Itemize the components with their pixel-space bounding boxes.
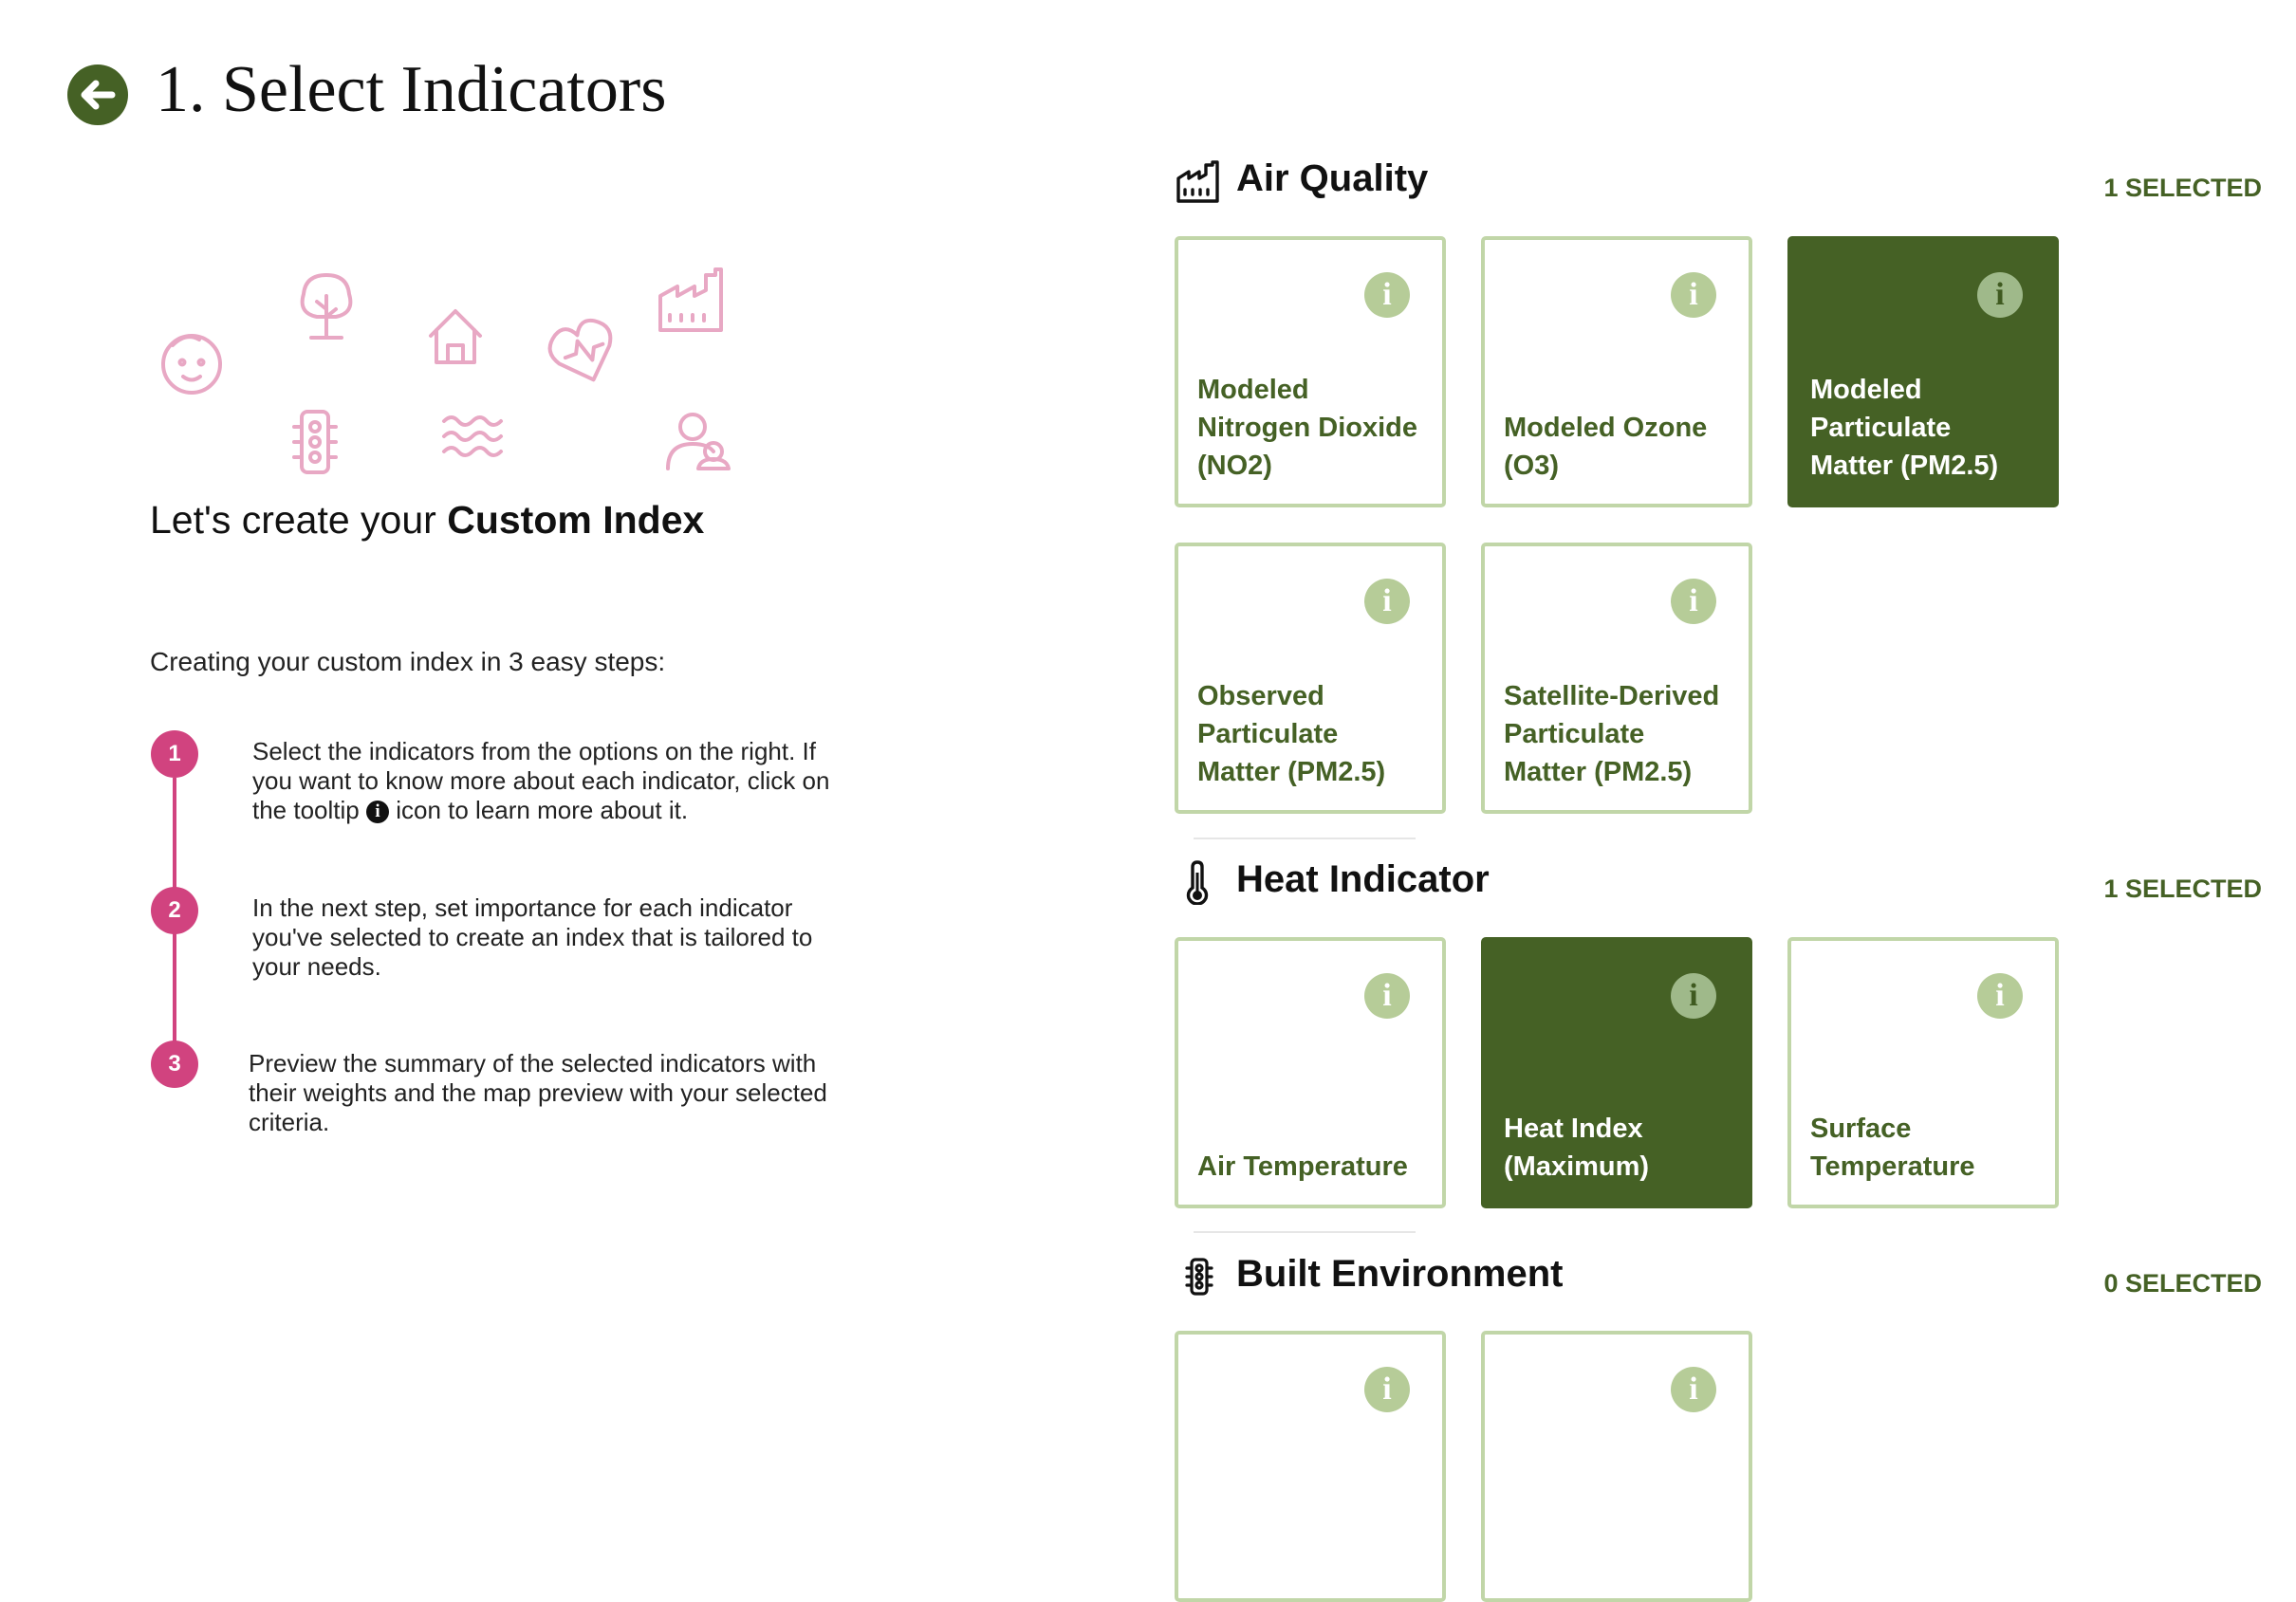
- indicator-card[interactable]: i Surface Temperature: [1787, 937, 2059, 1208]
- arrow-left-circle-icon: [81, 80, 116, 110]
- section-title-air-quality: Air Quality: [1236, 157, 1429, 199]
- intro-prefix: Let's create your: [150, 498, 448, 542]
- waves-icon: [442, 415, 503, 457]
- thermometer-icon: [1186, 860, 1209, 905]
- step-text: In the next step, set importance for eac…: [252, 893, 813, 981]
- info-icon[interactable]: i: [1671, 973, 1716, 1019]
- indicator-card-selected[interactable]: i Modeled Particulate Matter (PM2.5): [1787, 236, 2059, 507]
- section-title-heat-indicator: Heat Indicator: [1236, 858, 1490, 900]
- info-icon[interactable]: i: [1364, 1367, 1410, 1412]
- indicator-label: Modeled Particulate Matter (PM2.5): [1810, 375, 1999, 481]
- traffic-light-icon: [292, 410, 338, 474]
- indicator-card[interactable]: i Modeled Nitrogen Dioxide (NO2): [1175, 236, 1446, 507]
- indicator-label: Heat Index (Maximum): [1504, 1114, 1650, 1182]
- indicator-card[interactable]: i Satellite-Derived Particulate Matter (…: [1481, 543, 1752, 814]
- info-icon[interactable]: i: [1977, 272, 2023, 318]
- indicator-card[interactable]: i Modeled Ozone (O3): [1481, 236, 1752, 507]
- page-title: 1. Select Indicators: [156, 53, 667, 126]
- indicator-card-selected[interactable]: i Heat Index (Maximum): [1481, 937, 1752, 1208]
- intro-illustration: [161, 267, 731, 474]
- traffic-light-icon: [1185, 1258, 1213, 1296]
- back-button[interactable]: [67, 64, 128, 125]
- people-icon: [666, 413, 731, 470]
- section-divider: [1194, 838, 1416, 839]
- indicator-label: Surface Temperature: [1810, 1114, 1975, 1182]
- indicator-card[interactable]: i: [1175, 1331, 1446, 1602]
- tree-icon: [300, 273, 353, 340]
- info-icon[interactable]: i: [1364, 973, 1410, 1019]
- indicator-label: Modeled Ozone (O3): [1504, 413, 1708, 481]
- factory-icon: [1176, 160, 1219, 203]
- steps-heading: Creating your custom index in 3 easy ste…: [150, 647, 666, 676]
- step-number: 3: [151, 1040, 198, 1088]
- step-text-after: icon to learn more about it.: [396, 796, 689, 824]
- intro-emphasis: Custom Index: [447, 498, 705, 542]
- house-icon: [429, 309, 482, 364]
- step-text: Preview the summary of the selected indi…: [249, 1049, 827, 1136]
- section-title-built-environment: Built Environment: [1236, 1253, 1564, 1295]
- info-icon[interactable]: i: [1671, 272, 1716, 318]
- indicator-card[interactable]: i Observed Particulate Matter (PM2.5): [1175, 543, 1446, 814]
- indicator-label: Satellite-Derived Particulate Matter (PM…: [1504, 681, 1720, 787]
- intro-heading: Let's create your Custom Index: [150, 493, 704, 546]
- info-icon[interactable]: i: [1364, 272, 1410, 318]
- indicator-label: Air Temperature: [1197, 1151, 1408, 1182]
- indicator-card[interactable]: i: [1481, 1331, 1752, 1602]
- indicator-label: Modeled Nitrogen Dioxide (NO2): [1197, 375, 1418, 481]
- factory-icon: [658, 267, 723, 332]
- step-number: 1: [151, 730, 198, 778]
- info-icon[interactable]: i: [1977, 973, 2023, 1019]
- info-icon[interactable]: i: [1364, 579, 1410, 624]
- selected-count-built-environment: 0 SELECTED: [2103, 1269, 2262, 1298]
- section-divider: [1194, 1231, 1416, 1233]
- heart-icon: [547, 318, 613, 382]
- indicator-label: Observed Particulate Matter (PM2.5): [1197, 681, 1386, 787]
- info-icon[interactable]: i: [1671, 1367, 1716, 1412]
- baby-face-icon: [161, 334, 222, 395]
- info-tooltip-icon: i: [365, 801, 389, 823]
- step-number: 2: [151, 887, 198, 934]
- step-text: Select the indicators from the options o…: [252, 737, 831, 825]
- info-icon[interactable]: i: [1671, 579, 1716, 624]
- selected-count-air-quality: 1 SELECTED: [2103, 174, 2262, 202]
- selected-count-heat-indicator: 1 SELECTED: [2103, 875, 2262, 903]
- indicator-card[interactable]: i Air Temperature: [1175, 937, 1446, 1208]
